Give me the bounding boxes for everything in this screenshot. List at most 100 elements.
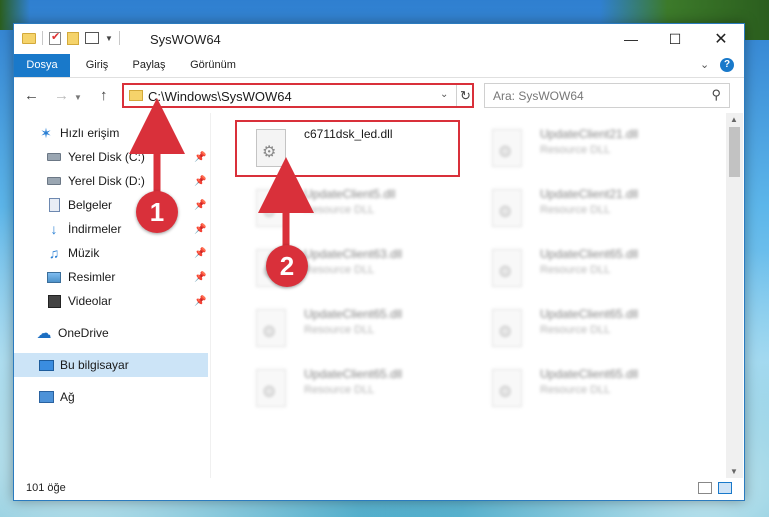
explorer-window: ▼ SysWOW64 — ☐ ✕ Dosya Giriş Paylaş Görü… bbox=[13, 23, 745, 501]
file-type: Resource DLL bbox=[540, 384, 611, 396]
sidebar-item-label: Videolar bbox=[68, 294, 112, 308]
new-folder-icon[interactable] bbox=[67, 31, 79, 45]
recent-locations-icon[interactable]: ▼ bbox=[74, 93, 82, 102]
tab-share[interactable]: Paylaş bbox=[132, 54, 166, 77]
sidebar-item-downloads[interactable]: ↓ İndirmeler 📌 bbox=[14, 217, 208, 241]
sidebar-item-label: Yerel Disk (D:) bbox=[68, 174, 145, 188]
navigation-pane: ✶ Hızlı erişim Yerel Disk (C:) 📌 Yerel D… bbox=[14, 113, 210, 478]
file-name: UpdateClient21.dll bbox=[540, 127, 639, 141]
details-view-icon[interactable] bbox=[698, 482, 712, 494]
sidebar-item-quick-access[interactable]: ✶ Hızlı erişim bbox=[14, 121, 208, 145]
tiles-view-icon[interactable] bbox=[718, 482, 732, 494]
dll-file-icon bbox=[492, 189, 522, 227]
folder-icon bbox=[22, 32, 36, 44]
file-type: Resource DLL bbox=[304, 204, 375, 216]
file-type: Resource DLL bbox=[540, 204, 611, 216]
sidebar-item-label: Bu bilgisayar bbox=[60, 358, 129, 372]
file-name: UpdateClient5.dll bbox=[304, 187, 396, 201]
sidebar-item-label: İndirmeler bbox=[68, 222, 122, 236]
pin-icon[interactable]: 📌 bbox=[194, 200, 206, 211]
vertical-scrollbar[interactable]: ▲ ▼ bbox=[726, 113, 743, 478]
pin-icon[interactable]: 📌 bbox=[194, 224, 206, 235]
pin-icon[interactable]: 📌 bbox=[194, 176, 206, 187]
up-button[interactable]: ↑ bbox=[100, 87, 108, 104]
highlight-box bbox=[235, 120, 460, 177]
maximize-button[interactable]: ☐ bbox=[652, 24, 698, 54]
pin-icon[interactable]: 📌 bbox=[194, 248, 206, 259]
file-name: UpdateClient65.dll bbox=[304, 367, 403, 381]
scroll-down-icon[interactable]: ▼ bbox=[730, 467, 738, 476]
customize-toolbar-icon[interactable]: ▼ bbox=[105, 34, 113, 43]
pin-icon[interactable]: 📌 bbox=[194, 152, 206, 163]
search-placeholder: Ara: SysWOW64 bbox=[493, 89, 584, 103]
refresh-icon[interactable]: ↻ bbox=[456, 85, 474, 106]
sidebar-item-label: OneDrive bbox=[58, 326, 109, 340]
file-type: Resource DLL bbox=[540, 264, 611, 276]
file-type: Resource DLL bbox=[540, 324, 611, 336]
window-title: SysWOW64 bbox=[150, 32, 221, 47]
scroll-up-icon[interactable]: ▲ bbox=[730, 115, 738, 124]
file-tile[interactable]: UpdateClient65.dll Resource DLL bbox=[234, 361, 454, 417]
pane-divider[interactable] bbox=[210, 113, 211, 478]
dll-file-icon bbox=[492, 369, 522, 407]
file-tile[interactable]: UpdateClient21.dll Resource DLL bbox=[470, 121, 690, 177]
sidebar-item-network[interactable]: Ağ bbox=[14, 385, 208, 409]
scroll-thumb[interactable] bbox=[729, 127, 740, 177]
tab-home[interactable]: Giriş bbox=[82, 54, 112, 77]
pin-icon[interactable]: 📌 bbox=[194, 296, 206, 307]
folder-icon bbox=[129, 90, 143, 101]
close-button[interactable]: ✕ bbox=[698, 24, 744, 54]
tab-file[interactable]: Dosya bbox=[14, 54, 70, 77]
sidebar-item-pictures[interactable]: Resimler 📌 bbox=[14, 265, 208, 289]
address-bar[interactable]: C:\Windows\SysWOW64 ⌄ ↻ bbox=[122, 83, 474, 108]
properties-icon[interactable] bbox=[85, 32, 99, 44]
dll-file-icon bbox=[492, 129, 522, 167]
file-name: UpdateClient21.dll bbox=[540, 187, 639, 201]
file-name: UpdateClient65.dll bbox=[540, 247, 639, 261]
step-2-badge: 2 bbox=[266, 245, 308, 287]
dll-file-icon bbox=[492, 249, 522, 287]
file-name: UpdateClient63.dll bbox=[304, 247, 403, 261]
sidebar-item-music[interactable]: ♫ Müzik 📌 bbox=[14, 241, 208, 265]
file-type: Resource DLL bbox=[304, 264, 375, 276]
network-icon bbox=[38, 389, 54, 405]
sidebar-item-label: Hızlı erişim bbox=[60, 126, 120, 140]
minimize-button[interactable]: — bbox=[608, 24, 654, 54]
file-name: UpdateClient65.dll bbox=[540, 307, 639, 321]
file-tile[interactable]: UpdateClient21.dll Resource DLL bbox=[470, 181, 690, 237]
search-icon[interactable]: ⚲ bbox=[711, 87, 721, 103]
sidebar-item-videos[interactable]: Videolar 📌 bbox=[14, 289, 208, 313]
forward-button[interactable]: → bbox=[54, 87, 69, 104]
video-icon bbox=[46, 293, 62, 309]
sidebar-item-documents[interactable]: Belgeler 📌 bbox=[14, 193, 208, 217]
status-bar: 101 öğe bbox=[14, 478, 744, 500]
file-tile[interactable]: UpdateClient5.dll Resource DLL bbox=[234, 181, 454, 237]
file-tile[interactable]: UpdateClient65.dll Resource DLL bbox=[470, 301, 690, 357]
cloud-icon: ☁ bbox=[36, 325, 52, 342]
tab-view[interactable]: Görünüm bbox=[188, 54, 238, 77]
sidebar-item-this-pc[interactable]: Bu bilgisayar bbox=[14, 353, 208, 377]
sidebar-item-disk-d[interactable]: Yerel Disk (D:) 📌 bbox=[14, 169, 208, 193]
navigation-bar: ← → ▼ ↑ C:\Windows\SysWOW64 ⌄ ↻ Ara: Sys… bbox=[14, 79, 744, 113]
file-tile[interactable]: UpdateClient65.dll Resource DLL bbox=[470, 361, 690, 417]
file-name: UpdateClient65.dll bbox=[304, 307, 403, 321]
file-tile[interactable]: UpdateClient65.dll Resource DLL bbox=[234, 301, 454, 357]
pin-icon[interactable]: 📌 bbox=[194, 272, 206, 283]
sidebar-item-disk-c[interactable]: Yerel Disk (C:) 📌 bbox=[14, 145, 208, 169]
file-tile[interactable]: UpdateClient65.dll Resource DLL bbox=[470, 241, 690, 297]
back-button[interactable]: ← bbox=[24, 87, 39, 104]
sidebar-item-label: Ağ bbox=[60, 390, 75, 404]
search-input[interactable]: Ara: SysWOW64 ⚲ bbox=[484, 83, 730, 108]
sidebar-item-onedrive[interactable]: ☁ OneDrive bbox=[14, 321, 208, 345]
help-icon[interactable]: ? bbox=[720, 58, 734, 72]
expand-ribbon-icon[interactable]: ⌄ bbox=[700, 58, 709, 71]
pictures-icon bbox=[46, 269, 62, 285]
address-dropdown-icon[interactable]: ⌄ bbox=[440, 89, 448, 100]
sidebar-item-label: Yerel Disk (C:) bbox=[68, 150, 145, 164]
disk-icon bbox=[46, 149, 62, 165]
disk-icon bbox=[46, 173, 62, 189]
address-path[interactable]: C:\Windows\SysWOW64 bbox=[148, 89, 292, 104]
file-list: c6711dsk_led.dll UpdateClient21.dll Reso… bbox=[214, 113, 726, 478]
file-type: Resource DLL bbox=[304, 324, 375, 336]
properties-check-icon[interactable] bbox=[49, 30, 61, 45]
